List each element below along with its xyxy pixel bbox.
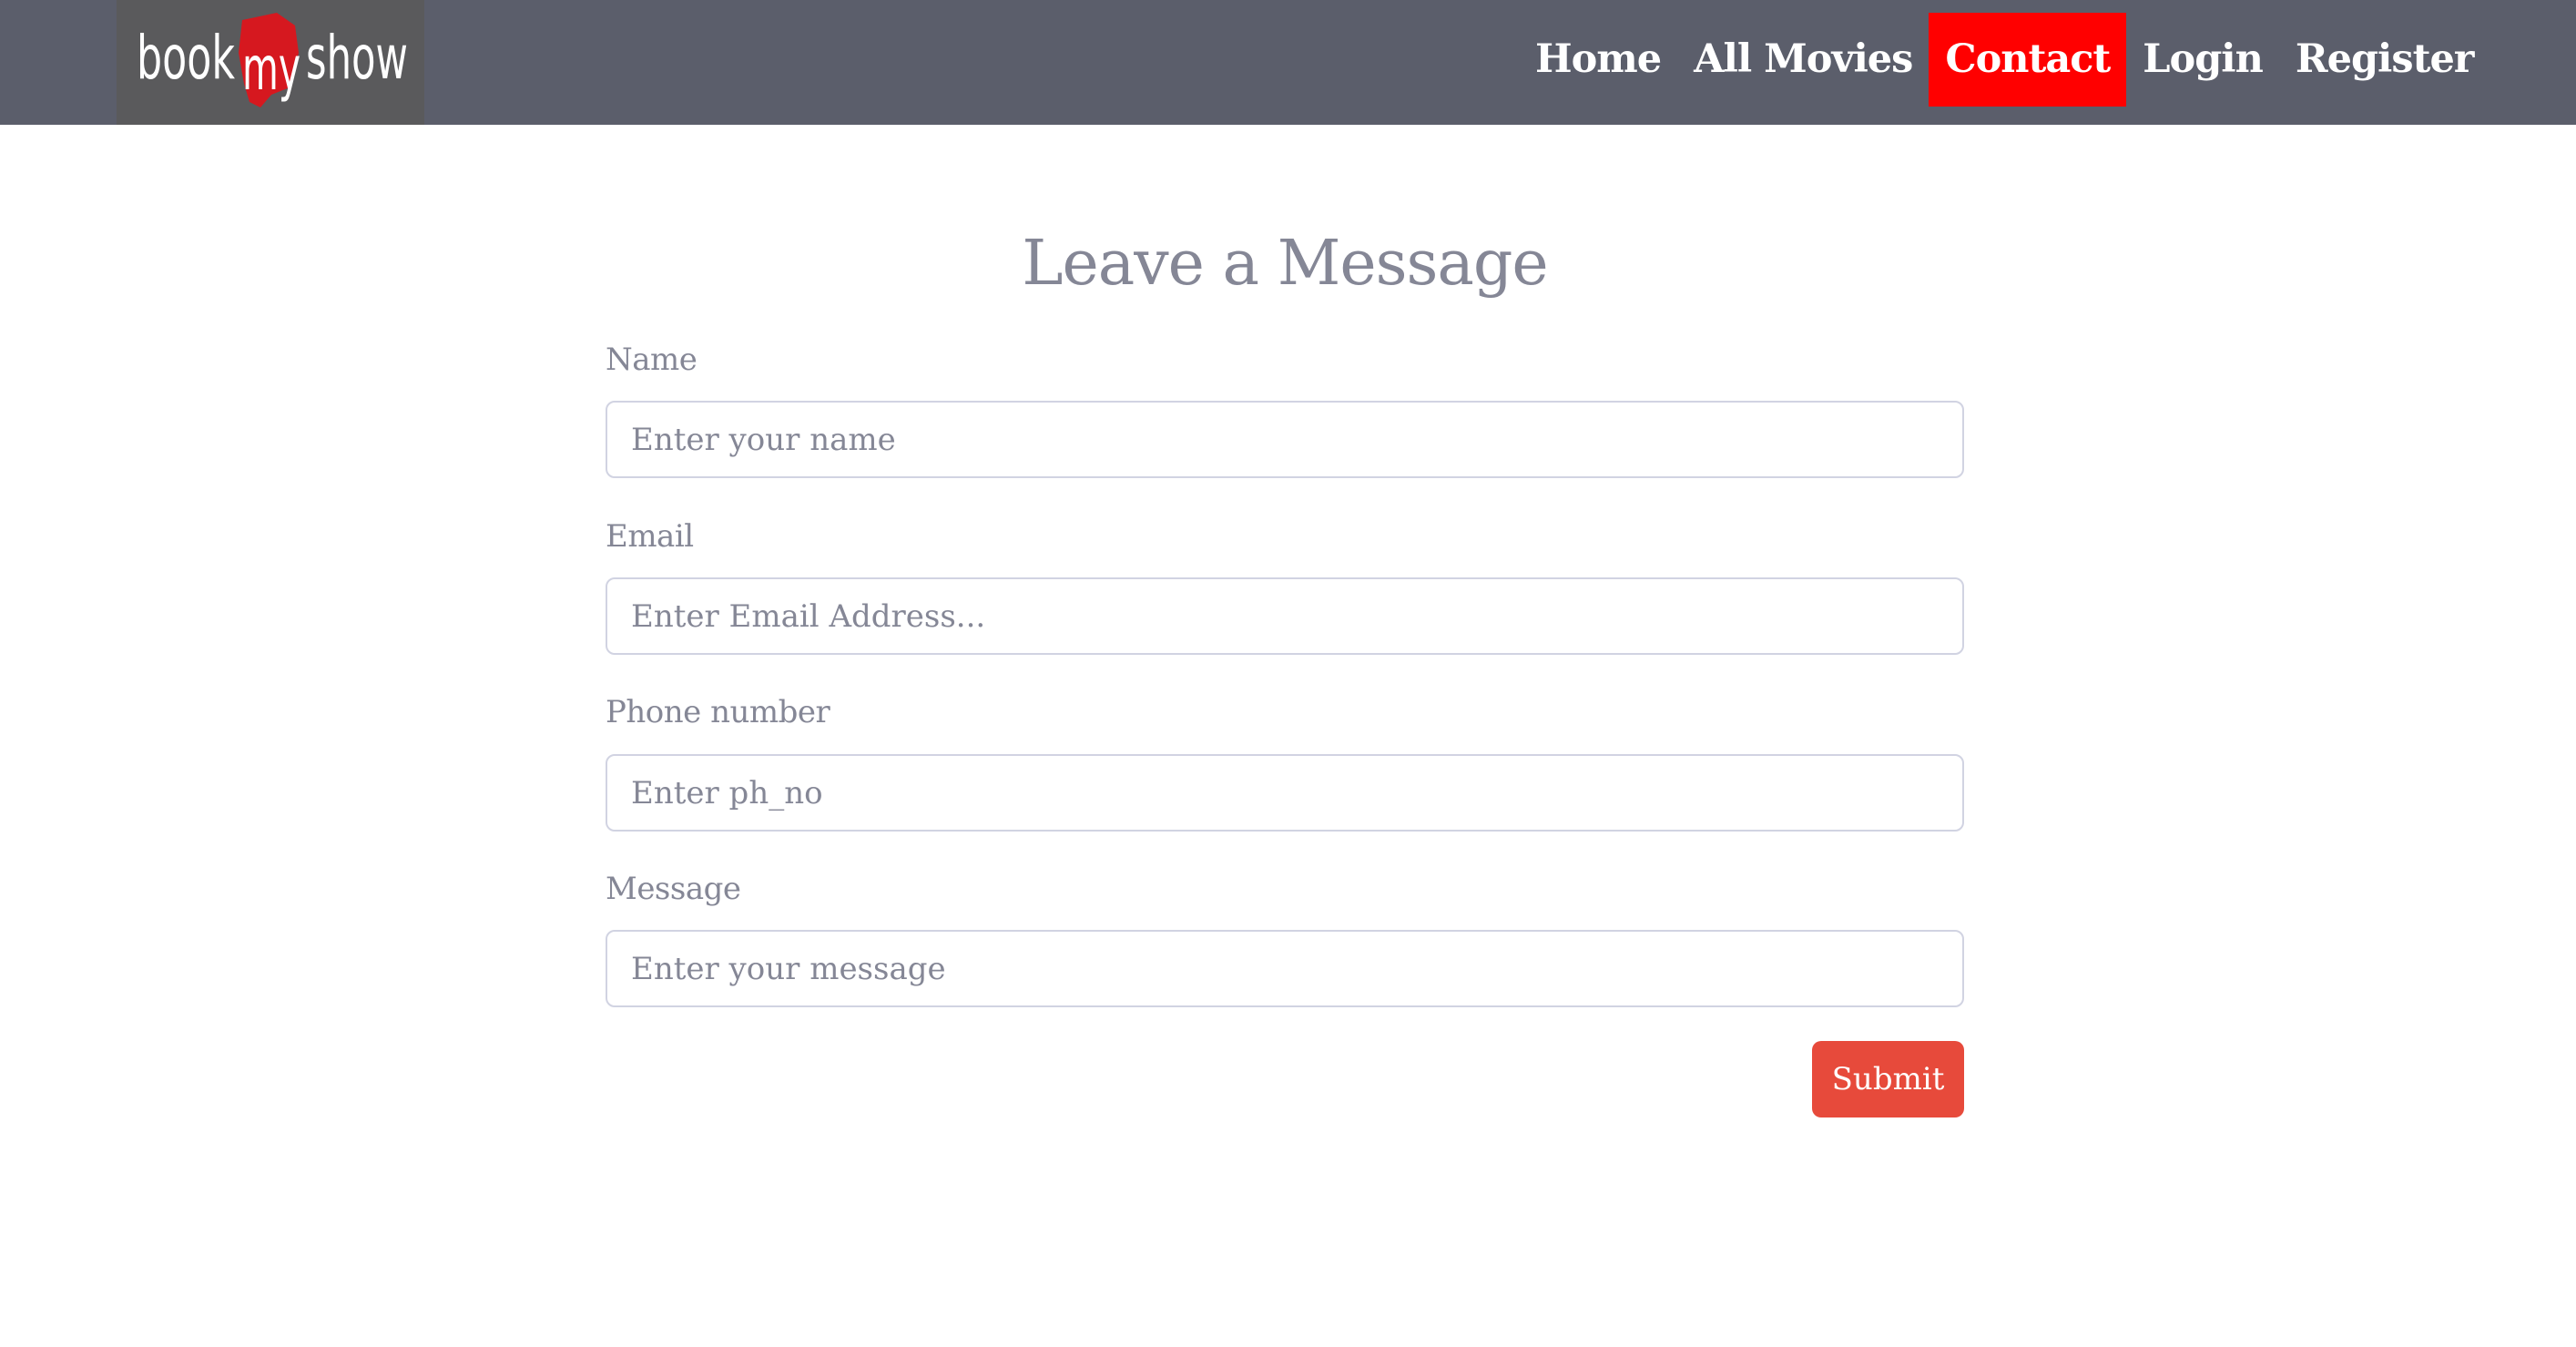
- phone-label: Phone number: [606, 694, 830, 730]
- nav-contact[interactable]: Contact: [1929, 13, 2127, 107]
- top-navbar: book my show Home All Movies Contact Log…: [0, 0, 2576, 125]
- submit-button[interactable]: Submit: [1812, 1041, 1964, 1117]
- name-label: Name: [606, 342, 697, 378]
- name-input[interactable]: [606, 401, 1964, 478]
- phone-input[interactable]: [606, 754, 1964, 832]
- logo-text-show: show: [306, 23, 408, 93]
- message-input[interactable]: [606, 930, 1964, 1007]
- email-label: Email: [606, 518, 694, 555]
- bookmyshow-logo[interactable]: book my show: [117, 0, 424, 125]
- logo-graphic: book my show: [117, 0, 424, 125]
- logo-text-book: book: [137, 23, 235, 93]
- main-nav: Home All Movies Contact Login Register: [1519, 13, 2489, 107]
- logo-text-my: my: [242, 34, 300, 104]
- nav-register[interactable]: Register: [2279, 13, 2490, 107]
- nav-all-movies[interactable]: All Movies: [1677, 13, 1929, 107]
- nav-login[interactable]: Login: [2126, 13, 2279, 107]
- page-title: Leave a Message: [1022, 228, 1548, 300]
- nav-home[interactable]: Home: [1519, 13, 1677, 107]
- message-label: Message: [606, 871, 741, 907]
- email-input[interactable]: [606, 577, 1964, 655]
